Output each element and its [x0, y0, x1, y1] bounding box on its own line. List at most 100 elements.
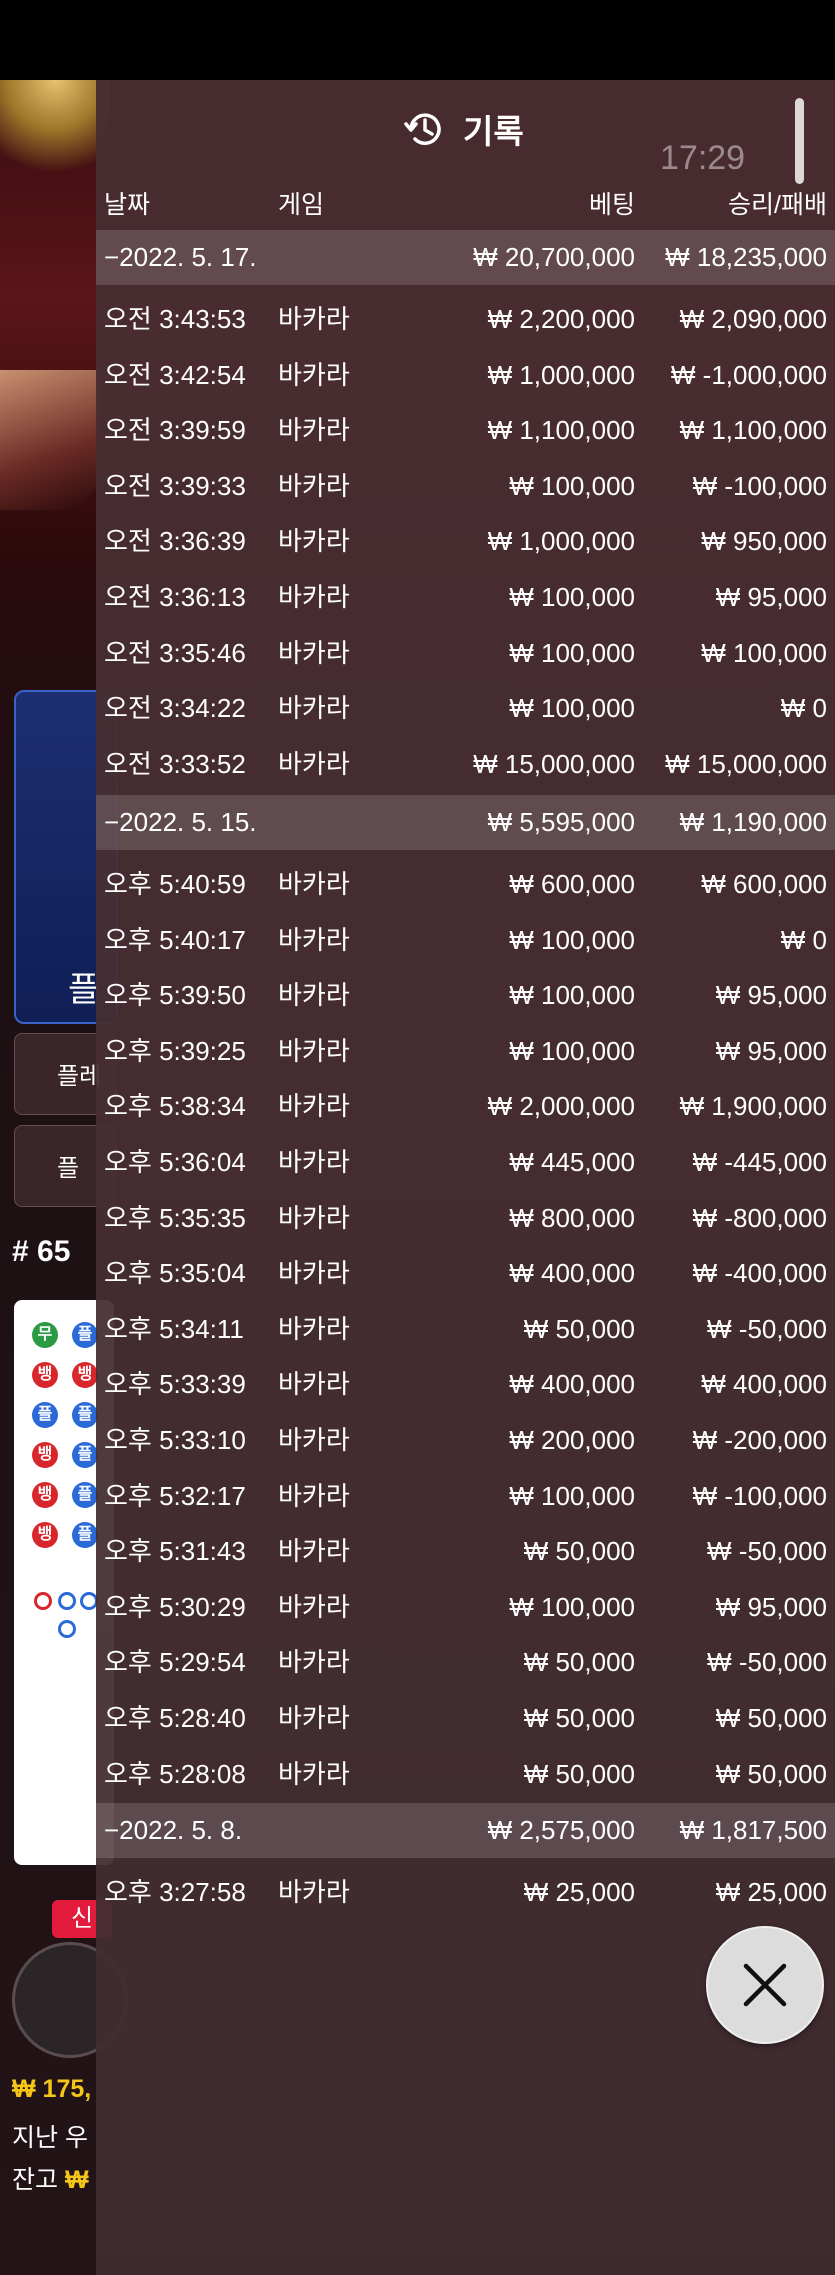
- history-row[interactable]: 오전 3:33:52 바카라 ₩ 15,000,000 ₩ 15,000,000: [96, 737, 835, 792]
- date-group-row[interactable]: −2022. 5. 15. ₩ 5,595,000 ₩ 1,190,000: [96, 795, 835, 850]
- history-row[interactable]: 오후 5:31:43 바카라 ₩ 50,000 ₩ -50,000: [96, 1524, 835, 1579]
- row-time: 오전 3:42:54: [104, 359, 246, 390]
- row-bet: ₩ 100,000: [509, 1480, 635, 1511]
- row-time: 오후 5:36:04: [104, 1147, 246, 1177]
- bead-banker: 뱅: [32, 1522, 58, 1548]
- history-row[interactable]: 오후 5:34:11 바카라 ₩ 50,000 ₩ -50,000: [96, 1302, 835, 1357]
- row-result: ₩ -50,000: [707, 1647, 827, 1678]
- row-game: 바카라: [278, 637, 350, 668]
- bead-player: 플: [72, 1482, 98, 1508]
- row-bet: ₩ 100,000: [509, 1035, 635, 1066]
- row-time: 오전 3:35:46: [104, 637, 246, 668]
- row-time: 오후 5:35:35: [104, 1202, 246, 1233]
- history-row[interactable]: 오후 5:28:08 바카라 ₩ 50,000 ₩ 50,000: [96, 1747, 835, 1802]
- row-bet: ₩ 50,000: [523, 1647, 635, 1678]
- row-result: ₩ 50,000: [715, 1703, 827, 1733]
- history-row[interactable]: 오전 3:39:59 바카라 ₩ 1,100,000 ₩ 1,100,000: [96, 403, 835, 458]
- row-bet: ₩ 50,000: [523, 1758, 635, 1789]
- date-group-row[interactable]: −2022. 5. 17. ₩ 20,700,000 ₩ 18,235,000: [96, 230, 835, 285]
- history-row[interactable]: 오전 3:42:54 바카라 ₩ 1,000,000 ₩ -1,000,000: [96, 348, 835, 403]
- row-time: 오후 5:28:08: [104, 1758, 246, 1789]
- history-row[interactable]: 오전 3:39:33 바카라 ₩ 100,000 ₩ -100,000: [96, 459, 835, 514]
- history-icon: [404, 113, 441, 145]
- row-game: 바카라: [278, 1425, 350, 1455]
- big-road-mark: [58, 1592, 76, 1610]
- row-game: 바카라: [278, 1480, 350, 1511]
- row-result: ₩ -50,000: [707, 1313, 827, 1344]
- row-result: ₩ 25,000: [715, 1877, 827, 1907]
- row-bet: ₩ 400,000: [509, 1258, 635, 1289]
- panel-header: 기록: [403, 104, 524, 154]
- row-bet: ₩ 100,000: [509, 693, 635, 724]
- group-date: −2022. 5. 17.: [104, 242, 257, 272]
- row-time: 오후 5:29:54: [104, 1647, 246, 1678]
- clock: 17:29: [660, 139, 746, 177]
- group-bet-total: ₩ 5,595,000: [487, 807, 635, 837]
- row-time: 오후 5:28:40: [104, 1703, 246, 1733]
- history-row[interactable]: 오후 5:32:17 바카라 ₩ 100,000 ₩ -100,000: [96, 1469, 835, 1524]
- row-bet: ₩ 2,000,000: [487, 1091, 635, 1122]
- history-row[interactable]: 오후 3:27:58 바카라 ₩ 25,000 ₩ 25,000: [96, 1865, 835, 1920]
- history-row[interactable]: 오전 3:43:53 바카라 ₩ 2,200,000 ₩ 2,090,000: [96, 292, 835, 347]
- row-game: 바카라: [278, 1313, 350, 1344]
- row-result: ₩ -800,000: [692, 1202, 827, 1233]
- bead-player: 플: [32, 1402, 58, 1428]
- row-bet: ₩ 50,000: [523, 1536, 635, 1567]
- history-row[interactable]: 오전 3:35:46 바카라 ₩ 100,000 ₩ 100,000: [96, 626, 835, 681]
- history-row[interactable]: 오후 5:39:25 바카라 ₩ 100,000 ₩ 95,000: [96, 1024, 835, 1079]
- row-result: ₩ 95,000: [715, 1035, 827, 1066]
- group-date: −2022. 5. 8.: [104, 1815, 243, 1845]
- history-row[interactable]: 오후 5:33:39 바카라 ₩ 400,000 ₩ 400,000: [96, 1357, 835, 1412]
- row-result: ₩ 0: [780, 693, 827, 724]
- row-game: 바카라: [278, 1369, 350, 1400]
- group-date: −2022. 5. 15.: [104, 807, 257, 837]
- row-bet: ₩ 1,000,000: [487, 526, 635, 557]
- column-header-game: 게임: [278, 191, 325, 219]
- history-row[interactable]: 오전 3:36:13 바카라 ₩ 100,000 ₩ 95,000: [96, 570, 835, 625]
- row-bet: ₩ 15,000,000: [473, 748, 635, 779]
- side-button-2-label: 플: [57, 1155, 80, 1182]
- row-result: ₩ 0: [780, 924, 827, 955]
- row-result: ₩ 1,900,000: [679, 1091, 827, 1122]
- close-button[interactable]: [706, 1926, 824, 2044]
- date-group-row[interactable]: −2022. 5. 8. ₩ 2,575,000 ₩ 1,817,500: [96, 1803, 835, 1858]
- round-number: # 65: [12, 1235, 71, 1268]
- row-game: 바카라: [278, 1035, 350, 1066]
- row-game: 바카라: [278, 1258, 350, 1289]
- history-row[interactable]: 오후 5:38:34 바카라 ₩ 2,000,000 ₩ 1,900,000: [96, 1079, 835, 1134]
- chandelier-light: [0, 80, 110, 190]
- close-icon: [743, 1963, 787, 2007]
- group-bet-total: ₩ 20,700,000: [473, 242, 635, 272]
- row-result: ₩ -50,000: [707, 1536, 827, 1567]
- history-row[interactable]: 오후 5:40:17 바카라 ₩ 100,000 ₩ 0: [96, 913, 835, 968]
- history-row[interactable]: 오후 5:35:35 바카라 ₩ 800,000 ₩ -800,000: [96, 1191, 835, 1246]
- history-row[interactable]: 오후 5:28:40 바카라 ₩ 50,000 ₩ 50,000: [96, 1691, 835, 1746]
- row-bet: ₩ 100,000: [509, 637, 635, 668]
- row-result: ₩ 1,100,000: [679, 415, 827, 446]
- history-row[interactable]: 오후 5:36:04 바카라 ₩ 445,000 ₩ -445,000: [96, 1135, 835, 1190]
- history-row[interactable]: 오후 5:30:29 바카라 ₩ 100,000 ₩ 95,000: [96, 1580, 835, 1635]
- history-row[interactable]: 오전 3:36:39 바카라 ₩ 1,000,000 ₩ 950,000: [96, 514, 835, 569]
- row-result: ₩ 100,000: [701, 637, 827, 668]
- row-game: 바카라: [278, 980, 350, 1011]
- history-row[interactable]: 오전 3:34:22 바카라 ₩ 100,000 ₩ 0: [96, 681, 835, 736]
- history-row[interactable]: 오후 5:40:59 바카라 ₩ 600,000 ₩ 600,000: [96, 857, 835, 912]
- history-row[interactable]: 오후 5:29:54 바카라 ₩ 50,000 ₩ -50,000: [96, 1635, 835, 1690]
- row-game: 바카라: [278, 1877, 350, 1907]
- history-row[interactable]: 오후 5:35:04 바카라 ₩ 400,000 ₩ -400,000: [96, 1246, 835, 1301]
- row-time: 오후 5:31:43: [104, 1536, 246, 1567]
- player-bet-label: 플: [68, 971, 100, 1009]
- row-time: 오후 5:40:59: [104, 869, 246, 899]
- history-row[interactable]: 오후 5:39:50 바카라 ₩ 100,000 ₩ 95,000: [96, 968, 835, 1023]
- scrollbar[interactable]: [795, 98, 804, 184]
- row-bet: ₩ 100,000: [509, 582, 635, 612]
- column-header-date: 날짜: [104, 191, 151, 219]
- row-game: 바카라: [278, 924, 350, 955]
- row-time: 오전 3:43:53: [104, 304, 246, 334]
- row-bet: ₩ 50,000: [523, 1703, 635, 1733]
- history-row[interactable]: 오후 5:33:10 바카라 ₩ 200,000 ₩ -200,000: [96, 1413, 835, 1468]
- row-time: 오후 5:34:11: [104, 1313, 244, 1344]
- row-result: ₩ 95,000: [715, 1591, 827, 1622]
- row-bet: ₩ 100,000: [509, 980, 635, 1011]
- row-result: ₩ -100,000: [692, 1480, 827, 1511]
